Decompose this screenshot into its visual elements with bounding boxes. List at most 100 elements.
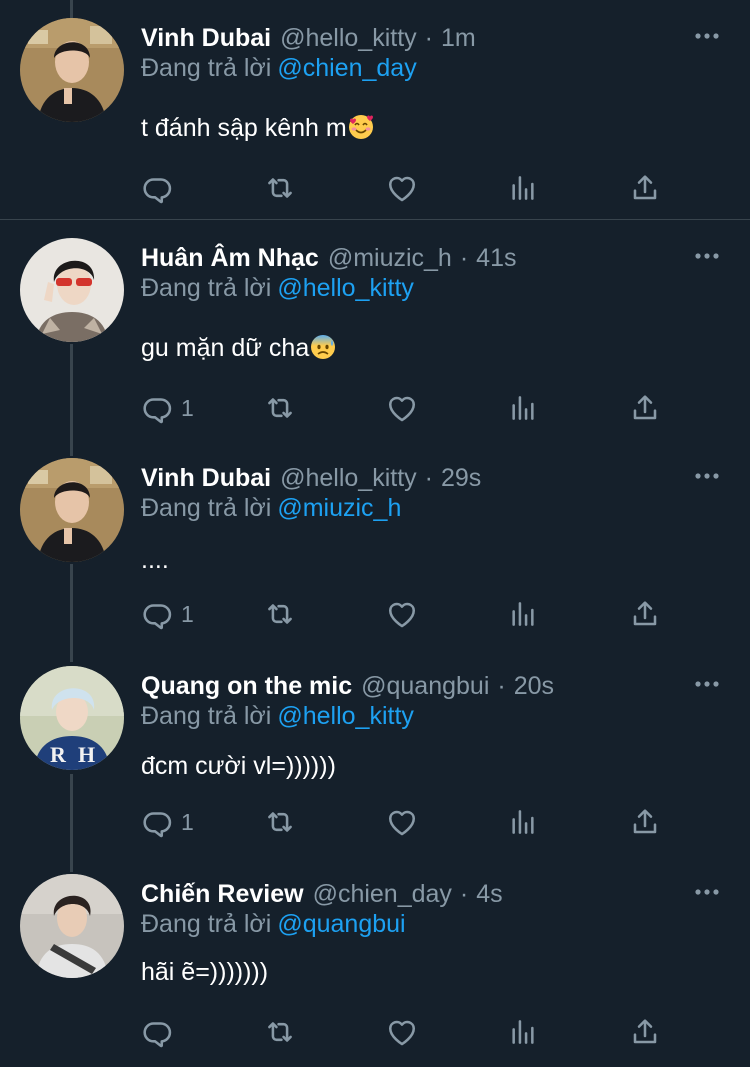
analytics-button[interactable] bbox=[507, 804, 539, 840]
reply-button[interactable]: 1 bbox=[141, 804, 194, 840]
analytics-button[interactable] bbox=[507, 170, 539, 206]
more-options-icon[interactable] bbox=[694, 26, 720, 46]
share-icon bbox=[629, 1016, 661, 1048]
tweet-actions: 1 bbox=[141, 596, 681, 632]
reply-count: 1 bbox=[181, 600, 194, 627]
username[interactable]: @chien_day bbox=[313, 880, 452, 909]
like-button[interactable] bbox=[385, 596, 419, 632]
tweet-text: gu mặn dữ cha bbox=[141, 334, 336, 363]
reply-icon bbox=[141, 597, 175, 631]
display-name[interactable]: Huân Âm Nhạc bbox=[141, 244, 319, 273]
tweet-text: hãi ẽ=))))))) bbox=[141, 958, 268, 987]
share-button[interactable] bbox=[629, 390, 661, 426]
analytics-icon bbox=[507, 806, 539, 838]
share-button[interactable] bbox=[629, 1014, 661, 1050]
like-icon bbox=[385, 171, 419, 205]
tweet-header: Quang on the mic @quangbui · 20s bbox=[141, 666, 554, 706]
svg-text:R: R bbox=[50, 742, 67, 767]
display-name[interactable]: Vinh Dubai bbox=[141, 24, 271, 53]
like-icon bbox=[385, 391, 419, 425]
tweet[interactable]: Vinh Dubai @hello_kitty · 1m Đang trả lờ… bbox=[0, 18, 750, 218]
like-icon bbox=[385, 1015, 419, 1049]
analytics-icon bbox=[507, 1016, 539, 1048]
reply-icon bbox=[141, 171, 175, 205]
reply-button[interactable] bbox=[141, 170, 181, 206]
username[interactable]: @hello_kitty bbox=[280, 24, 417, 53]
more-options-icon[interactable] bbox=[694, 674, 720, 694]
replying-to-label: Đang trả lời bbox=[141, 274, 272, 302]
replying-to: Đang trả lời @quangbui bbox=[141, 910, 406, 939]
analytics-button[interactable] bbox=[507, 390, 539, 426]
share-button[interactable] bbox=[629, 596, 661, 632]
share-icon bbox=[629, 598, 661, 630]
reply-button[interactable]: 1 bbox=[141, 390, 194, 426]
like-button[interactable] bbox=[385, 804, 419, 840]
retweet-icon bbox=[263, 805, 297, 839]
display-name[interactable]: Quang on the mic bbox=[141, 672, 352, 701]
display-name[interactable]: Chiến Review bbox=[141, 880, 304, 909]
separator-dot: · bbox=[459, 879, 469, 908]
tweet-actions bbox=[141, 170, 681, 206]
tweet-actions bbox=[141, 1014, 681, 1050]
mention-link[interactable]: @miuzic_h bbox=[277, 494, 401, 522]
retweet-button[interactable] bbox=[263, 390, 297, 426]
tweet[interactable]: Vinh Dubai @hello_kitty · 29s Đang trả l… bbox=[0, 458, 750, 648]
retweet-button[interactable] bbox=[263, 804, 297, 840]
retweet-button[interactable] bbox=[263, 596, 297, 632]
share-button[interactable] bbox=[629, 170, 661, 206]
avatar[interactable] bbox=[20, 458, 124, 562]
avatar[interactable] bbox=[20, 238, 124, 342]
mention-link[interactable]: @hello_kitty bbox=[277, 274, 414, 302]
share-icon bbox=[629, 806, 661, 838]
tweet[interactable]: R H Quang on the mic @quangbui · 20s Đan… bbox=[0, 666, 750, 856]
tweet-header: Vinh Dubai @hello_kitty · 29s bbox=[141, 458, 481, 498]
display-name[interactable]: Vinh Dubai bbox=[141, 464, 271, 493]
analytics-button[interactable] bbox=[507, 1014, 539, 1050]
mention-link[interactable]: @hello_kitty bbox=[277, 702, 414, 730]
tweet[interactable]: Huân Âm Nhạc @miuzic_h · 41s Đang trả lờ… bbox=[0, 238, 750, 438]
more-options-icon[interactable] bbox=[694, 466, 720, 486]
replying-to: Đang trả lời @hello_kitty bbox=[141, 274, 414, 303]
retweet-button[interactable] bbox=[263, 1014, 297, 1050]
like-button[interactable] bbox=[385, 1014, 419, 1050]
separator-dot: · bbox=[424, 23, 433, 52]
retweet-button[interactable] bbox=[263, 170, 297, 206]
mention-link[interactable]: @chien_day bbox=[277, 54, 416, 82]
avatar[interactable]: R H bbox=[20, 666, 124, 770]
tweet-actions: 1 bbox=[141, 804, 681, 840]
reply-count: 1 bbox=[181, 808, 194, 835]
like-button[interactable] bbox=[385, 390, 419, 426]
tweet-text: .... bbox=[141, 546, 169, 575]
reply-icon bbox=[141, 805, 175, 839]
analytics-icon bbox=[507, 598, 539, 630]
reply-icon bbox=[141, 391, 175, 425]
more-options-icon[interactable] bbox=[694, 246, 720, 266]
separator-dot: · bbox=[459, 243, 469, 272]
reply-button[interactable]: 1 bbox=[141, 596, 194, 632]
retweet-icon bbox=[263, 1015, 297, 1049]
mention-link[interactable]: @quangbui bbox=[277, 910, 405, 938]
replying-to-label: Đang trả lời bbox=[141, 494, 272, 522]
timestamp[interactable]: 20s bbox=[514, 672, 554, 701]
username[interactable]: @hello_kitty bbox=[280, 464, 417, 493]
like-icon bbox=[385, 805, 419, 839]
share-button[interactable] bbox=[629, 804, 661, 840]
username[interactable]: @miuzic_h bbox=[328, 244, 452, 273]
tweet[interactable]: Chiến Review @chien_day · 4s Đang trả lờ… bbox=[0, 874, 750, 1064]
more-options-icon[interactable] bbox=[694, 882, 720, 902]
username[interactable]: @quangbui bbox=[361, 672, 489, 701]
timestamp[interactable]: 4s bbox=[476, 880, 502, 909]
timestamp[interactable]: 29s bbox=[441, 464, 481, 493]
reply-button[interactable] bbox=[141, 1014, 181, 1050]
tweet-text: đcm cười vl=)))))) bbox=[141, 752, 336, 781]
avatar[interactable] bbox=[20, 18, 124, 122]
tweet-divider bbox=[0, 219, 750, 220]
analytics-button[interactable] bbox=[507, 596, 539, 632]
avatar[interactable] bbox=[20, 874, 124, 978]
timestamp[interactable]: 1m bbox=[441, 24, 476, 53]
like-button[interactable] bbox=[385, 170, 419, 206]
timestamp[interactable]: 41s bbox=[476, 244, 516, 273]
tweet-header: Vinh Dubai @hello_kitty · 1m bbox=[141, 18, 476, 58]
tweet-text-content: t đánh sập kênh m bbox=[141, 114, 347, 142]
replying-to: Đang trả lời @hello_kitty bbox=[141, 702, 414, 731]
